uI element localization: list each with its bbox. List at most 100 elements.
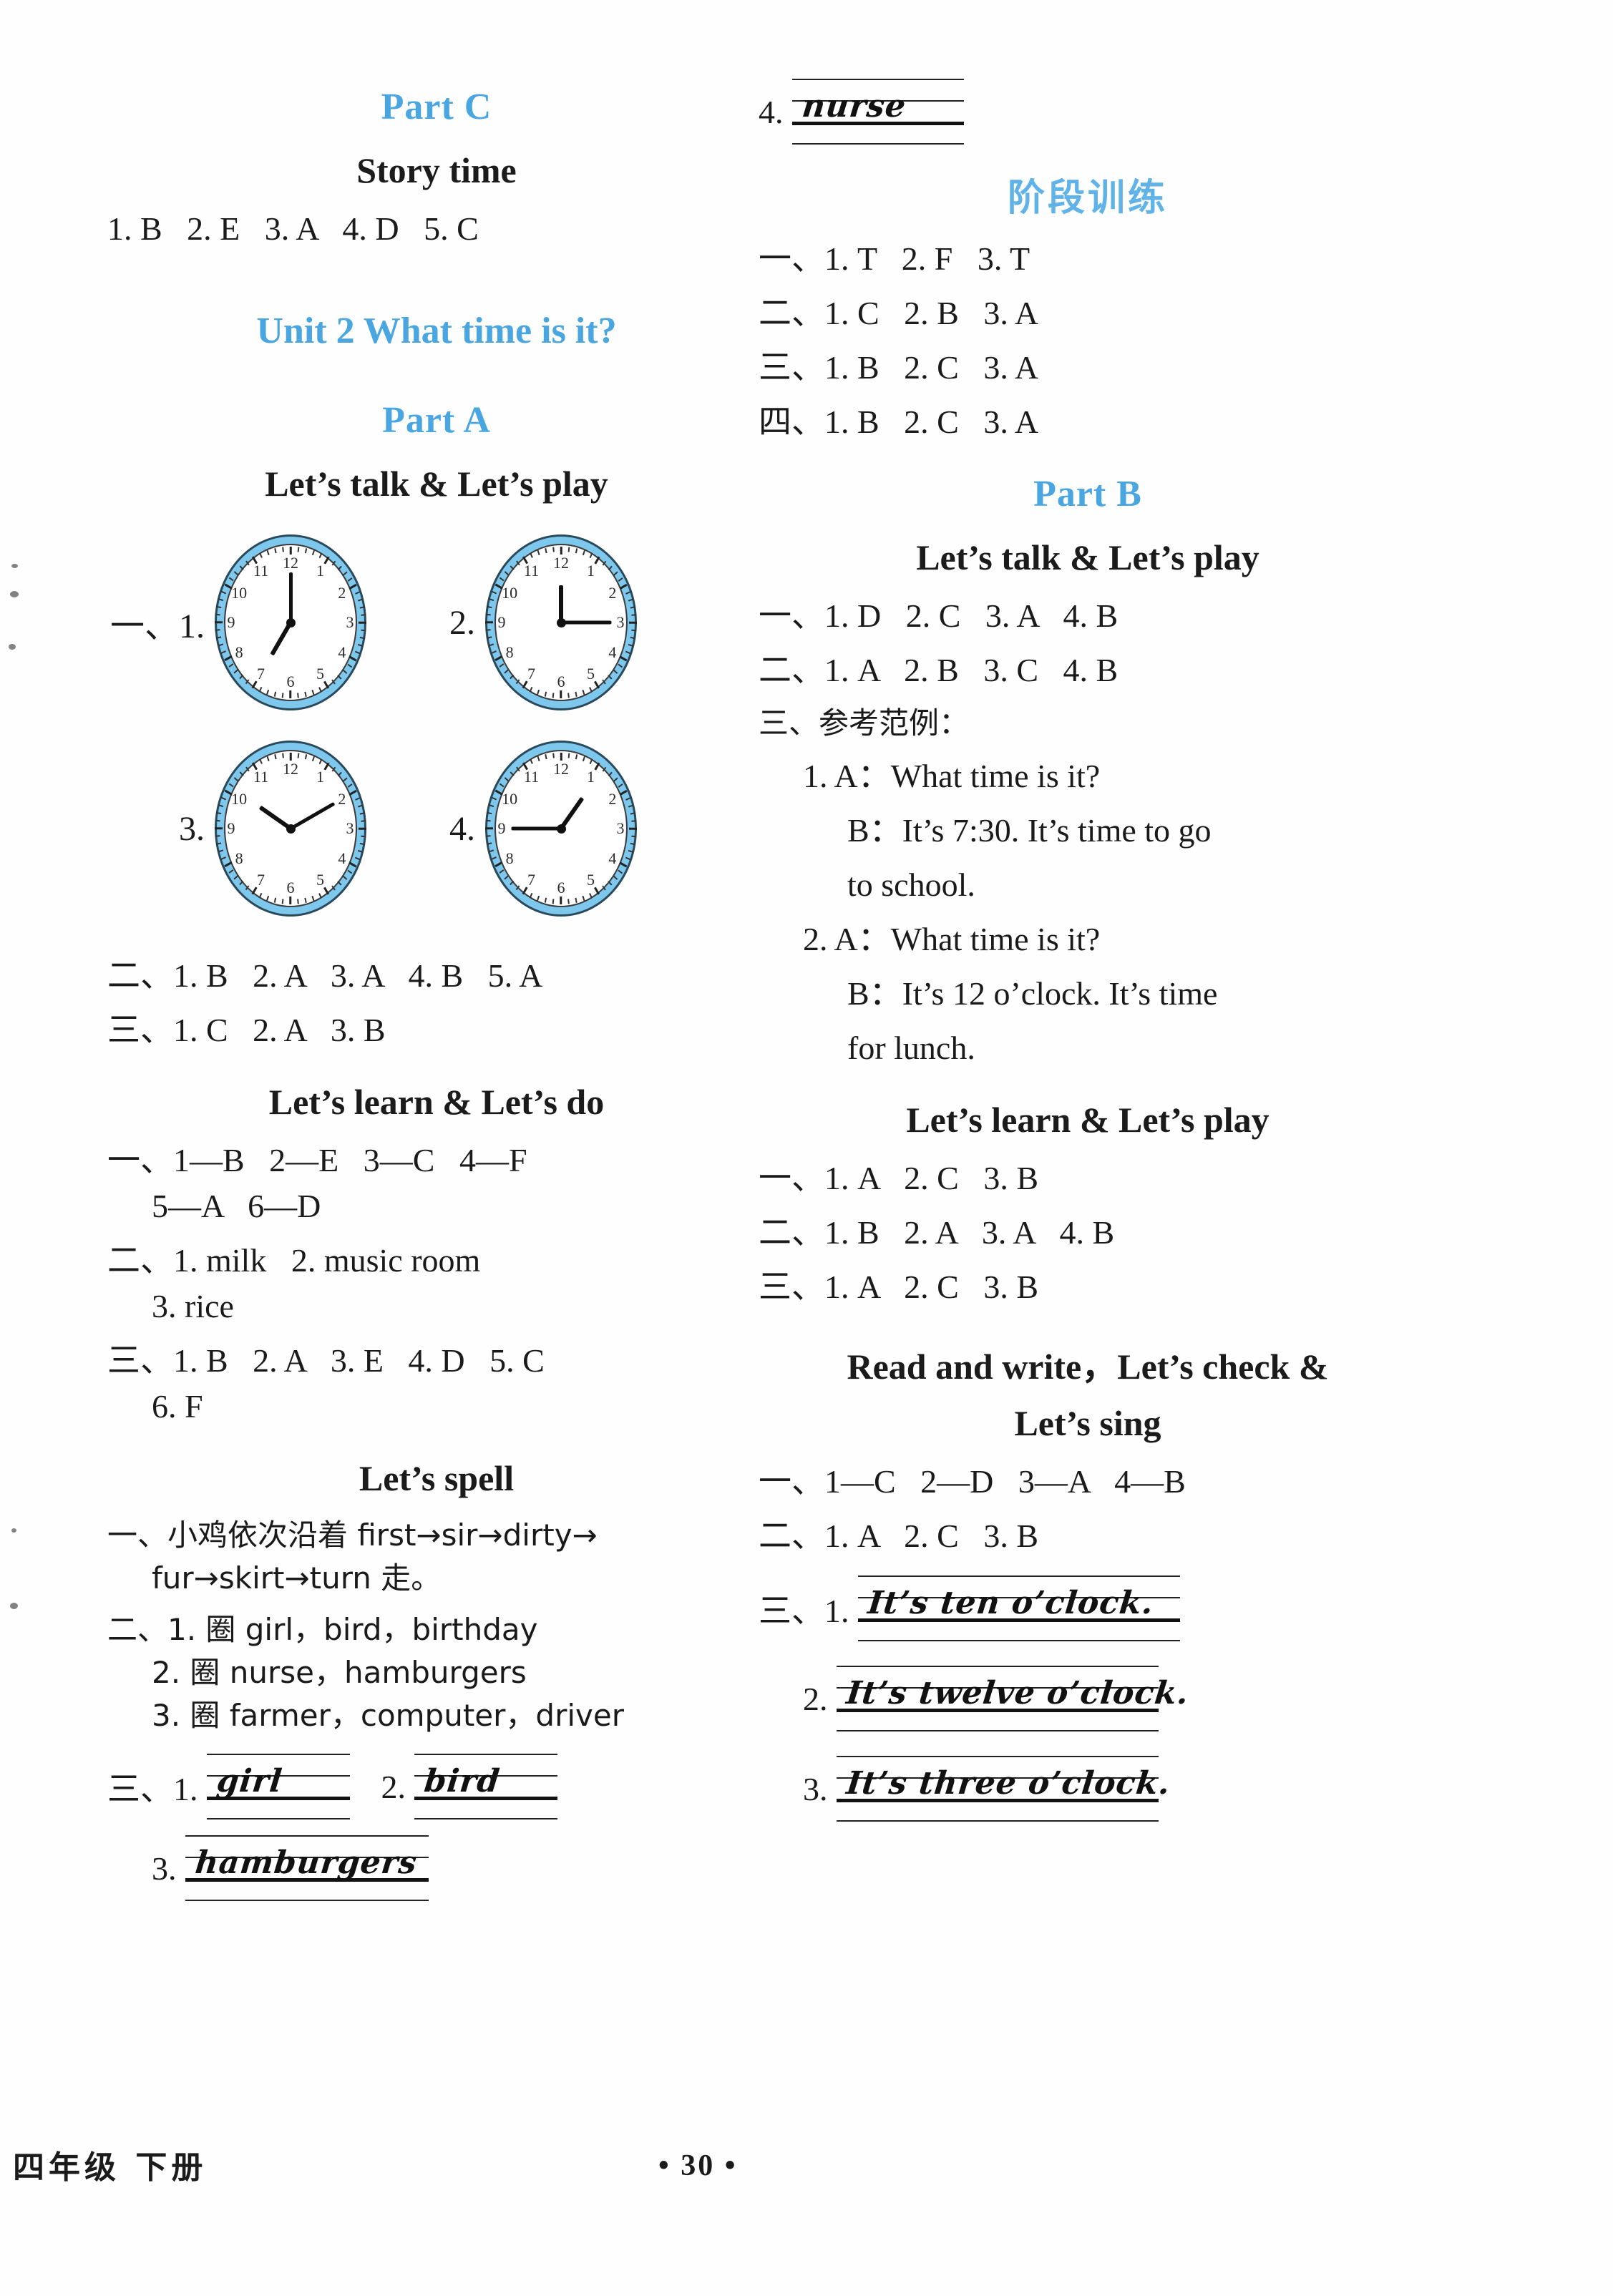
read-write-heading-line2: Let’s sing xyxy=(1014,1403,1161,1443)
clock-number-9: 9 xyxy=(227,613,235,631)
handwriting-word: girl xyxy=(214,1763,284,1799)
read-write-answer-line: 二、1. A 2. C 3. B xyxy=(759,1518,1039,1554)
learn-play-answer-line: 三、1. A 2. C 3. B xyxy=(759,1269,1039,1305)
clock-number-8: 8 xyxy=(235,849,243,867)
lets-talk-play-heading-a: Let’s talk & Let’s play xyxy=(265,464,608,504)
clock-number-6: 6 xyxy=(286,879,295,897)
handwriting-row: 2. It’s twelve o’clock. xyxy=(759,1664,1417,1733)
clock-number-12: 12 xyxy=(283,554,298,572)
clock-number-10: 10 xyxy=(231,583,248,602)
clock-number-11: 11 xyxy=(253,562,269,580)
spell-answer-line: 一、小鸡依次沿着 first→sir→dirty→ xyxy=(107,1518,598,1553)
clock-number-3: 3 xyxy=(616,613,625,631)
clock-number-10: 10 xyxy=(502,583,518,602)
part-c-heading: Part C xyxy=(381,87,492,127)
learn-do-answer-line: 5—A 6—D xyxy=(152,1188,321,1224)
clock-number-2: 2 xyxy=(338,583,346,602)
handwriting-line-nurse: nurse xyxy=(791,77,964,146)
stage-training-answer-line: 三、1. B 2. C 3. A xyxy=(759,349,1039,386)
lets-talk-play-heading-b: Let’s talk & Let’s play xyxy=(916,537,1259,577)
clock-number-1: 1 xyxy=(587,562,595,580)
handwriting-label: 2. xyxy=(803,1680,828,1717)
handwriting-word: nurse xyxy=(799,88,908,124)
learn-play-answer-line: 二、1. B 2. A 3. A 4. B xyxy=(759,1214,1115,1251)
dialogue-line: 1. A：What time is it? xyxy=(803,758,1101,794)
clock-grid-row-2: 3. 1 2 3 4 5 6 7 8 9 10 11 12 4. 123 4 5… xyxy=(107,732,766,925)
clock-number-8: 8 xyxy=(505,849,514,867)
answer-key-page: Part C Story time 1. B 2. E 3. A 4. D 5.… xyxy=(0,0,1613,2296)
handwriting-sentence: It’s twelve o’clock. xyxy=(844,1675,1191,1711)
spell-answer-line: 3. 圈 farmer，computer，driver xyxy=(152,1698,624,1733)
handwriting-row: 3. It’s three o’clock. xyxy=(759,1754,1417,1823)
handwriting-row: 三、1. girl 2. bird xyxy=(107,1752,766,1821)
clock-number-8: 8 xyxy=(505,643,514,661)
clock-number-11: 11 xyxy=(523,768,540,786)
clock-number-11: 11 xyxy=(523,562,540,580)
handwriting-row: 3. hamburgers xyxy=(107,1834,766,1902)
story-time-answers: 1. B 2. E 3. A 4. D 5. C xyxy=(107,210,479,247)
learn-do-answer-line: 三、1. B 2. A 3. E 4. D 5. C xyxy=(107,1342,545,1379)
read-write-answer-line: 一、1—C 2—D 3—A 4—B xyxy=(759,1463,1186,1500)
spell-answer-line: 二、1. 圈 girl，bird，birthday xyxy=(107,1612,538,1647)
clock-number-7: 7 xyxy=(527,664,535,683)
handwriting-word: bird xyxy=(422,1763,502,1799)
handwriting-line-sentence-3: It’s three o’clock. xyxy=(836,1754,1171,1823)
clock-number-3: 3 xyxy=(346,819,354,837)
handwriting-label: 三、1. xyxy=(759,1593,849,1629)
clock-item-2: 2. 1 2 3 4 5 6 7 8 9 10 11 12 xyxy=(405,526,637,719)
clock-number-5: 5 xyxy=(316,870,324,889)
clock-number-10: 10 xyxy=(502,789,518,808)
spell-answer-line: 2. 圈 nurse，hamburgers xyxy=(152,1655,527,1690)
part-a-heading: Part A xyxy=(382,400,491,441)
clock-number-5: 5 xyxy=(587,870,595,889)
dialogue-line: 2. A：What time is it? xyxy=(803,921,1101,957)
clock-number-6: 6 xyxy=(286,673,295,690)
clock-item-1: 一、1. 1 2 3 4 5 6 7 8 9 10 11 12 xyxy=(107,526,366,719)
clock-face-2: 1 2 3 4 5 6 7 8 9 10 11 12 xyxy=(485,534,637,710)
clock-face-1: 1 2 3 4 5 6 7 8 9 10 11 12 xyxy=(215,534,366,710)
part-b-heading: Part B xyxy=(1033,474,1142,514)
clock-hour-hand xyxy=(559,585,563,622)
learn-do-answer-line: 二、1. milk 2. music room xyxy=(107,1242,481,1279)
clock-number-4: 4 xyxy=(338,643,346,661)
page-number: • 30 • xyxy=(658,2149,738,2182)
clock-number-1: 1 xyxy=(587,768,595,786)
handwriting-line-bird: bird xyxy=(414,1752,557,1821)
clock-face-3: 1 2 3 4 5 6 7 8 9 10 11 12 xyxy=(215,741,366,917)
spell-answer-line: fur→skirt→turn 走。 xyxy=(152,1560,442,1596)
left-column: Part C Story time 1. B 2. E 3. A 4. D 5.… xyxy=(107,0,766,1902)
learn-play-answer-line: 一、1. A 2. C 3. B xyxy=(759,1160,1039,1196)
handwriting-label: 3. xyxy=(803,1770,828,1807)
scan-speck xyxy=(9,644,16,650)
stage-training-answer-line: 一、1. T 2. F 3. T xyxy=(759,240,1030,277)
clock-number-9: 9 xyxy=(227,819,235,837)
clock-item-3: 3. 1 2 3 4 5 6 7 8 9 10 11 12 xyxy=(107,732,366,925)
clock-number-4: 4 xyxy=(338,849,346,867)
dialogue-line: to school. xyxy=(847,866,975,903)
clock-number-2: 2 xyxy=(608,583,617,602)
clock-min-hand xyxy=(288,572,293,622)
clock-number-7: 7 xyxy=(257,870,265,889)
stage-training-answer-line: 二、1. C 2. B 3. A xyxy=(759,295,1039,331)
unit-title: Unit 2 What time is it? xyxy=(256,311,617,351)
clock-grid-row-1: 一、1. 1 2 3 4 5 6 7 8 9 10 11 12 2. 1 2 3… xyxy=(107,526,766,719)
clock-number-2: 2 xyxy=(338,789,346,808)
handwriting-line-sentence-2: It’s twelve o’clock. xyxy=(836,1664,1190,1733)
handwriting-line-sentence-1: It’s ten o’clock. xyxy=(857,1574,1180,1643)
dialogue-line: B：It’s 7:30. It’s time to go xyxy=(847,812,1212,849)
handwriting-word: hamburgers xyxy=(193,1845,419,1881)
clock-number-9: 9 xyxy=(497,819,506,837)
clock-number-4: 4 xyxy=(608,643,617,661)
handwriting-row: 4. nurse xyxy=(759,77,1417,146)
talk-play-b-answer-line: 一、1. D 2. C 3. A 4. B xyxy=(759,597,1119,634)
clock-number-8: 8 xyxy=(235,643,243,661)
handwriting-sentence: It’s ten o’clock. xyxy=(865,1585,1156,1621)
reference-example-label: 三、参考范例： xyxy=(759,705,970,741)
clock-number-4: 4 xyxy=(608,849,617,867)
talk-play-answer-line: 二、1. B 2. A 3. A 4. B 5. A xyxy=(107,957,543,994)
scan-speck xyxy=(10,591,19,597)
clock-number-6: 6 xyxy=(557,673,565,690)
clock-item-4: 4. 1 2 3 4 5 6 7 8 9 10 11 12 xyxy=(405,732,637,925)
handwriting-label: 4. xyxy=(759,93,784,130)
footer-label: 四年级 下册 xyxy=(13,2149,208,2186)
